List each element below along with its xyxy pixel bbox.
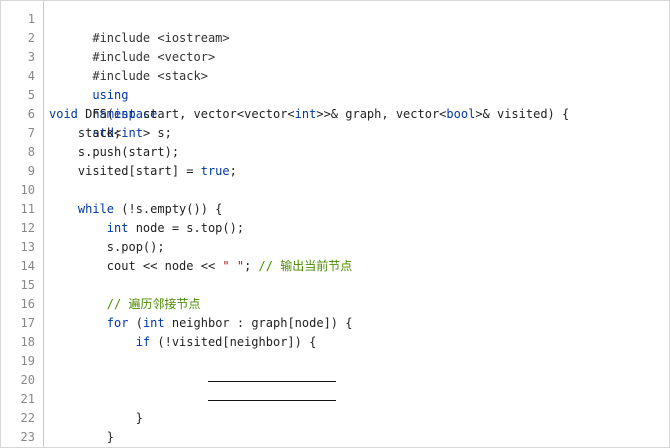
line-number: 1 xyxy=(27,12,35,26)
code-line-6: void DFS(int start, vector<vector<int>>&… xyxy=(49,105,569,124)
type: int xyxy=(294,107,317,121)
line-number: 22 xyxy=(20,411,35,425)
code-text: DFS( xyxy=(77,107,115,121)
code-text: } xyxy=(49,411,143,425)
code-text: cout << node << xyxy=(49,259,223,273)
code-line-2: #include <vector> xyxy=(49,29,215,64)
code-line-7: stack<int> s; xyxy=(49,124,172,143)
code-line-18: if (!visited[neighbor]) { xyxy=(49,333,317,352)
code-text: start, vector<vector< xyxy=(135,107,295,121)
code-text: s.pop(); xyxy=(49,240,165,254)
code-line-14: cout << node << " "; // 输出当前节点 xyxy=(49,257,352,276)
code-text: stack< xyxy=(49,126,122,140)
type: int xyxy=(142,316,165,330)
line-number: 10 xyxy=(20,183,35,197)
code-text: > s; xyxy=(142,126,172,140)
keyword: true xyxy=(200,164,230,178)
line-number: 5 xyxy=(27,88,35,102)
comment: // 输出当前节点 xyxy=(258,259,353,273)
code-line-16: // 遍历邻接节点 xyxy=(49,295,201,314)
line-number: 18 xyxy=(20,335,35,349)
code-line-9: visited[start] = true; xyxy=(49,162,237,181)
code-text: visited[start] = xyxy=(49,164,201,178)
keyword: using xyxy=(92,88,129,102)
code-line-17: for (int neighbor : graph[node]) { xyxy=(49,314,353,333)
line-number: 16 xyxy=(20,297,35,311)
line-number: 2 xyxy=(27,31,35,45)
comment: // 遍历邻接节点 xyxy=(106,297,201,311)
code-text: >& visited) { xyxy=(475,107,570,121)
line-number: 20 xyxy=(20,373,35,387)
line-number: 6 xyxy=(27,107,35,121)
code-text: ; xyxy=(229,164,237,178)
code-text: s.push(start); xyxy=(49,145,180,159)
line-number: 8 xyxy=(27,145,35,159)
type: int xyxy=(121,126,143,140)
line-number: 4 xyxy=(27,69,35,83)
code-line-20 xyxy=(49,371,337,401)
code-line-12: int node = s.top(); xyxy=(49,219,244,238)
code-line-4: using namespace std; xyxy=(49,67,157,140)
line-number: 3 xyxy=(27,50,35,64)
fill-in-blank[interactable] xyxy=(208,399,337,401)
code-line-13: s.pop(); xyxy=(49,238,165,257)
line-number: 19 xyxy=(20,354,35,368)
keyword: while xyxy=(77,202,115,216)
keyword: if xyxy=(135,335,151,349)
code-editor[interactable]: 1 2 3 4 5 6 7 8 9 10 11 12 13 14 15 16 17 18 19 20 21 22 23 #i… xyxy=(0,0,670,448)
code-line-1: #include <iostream> xyxy=(49,10,229,45)
code-line-8: s.push(start); xyxy=(49,143,179,162)
code-text: } xyxy=(49,430,115,444)
line-number: 12 xyxy=(20,221,35,235)
line-number: 15 xyxy=(20,278,35,292)
line-number: 17 xyxy=(20,316,35,330)
code-text: (!s.empty()) { xyxy=(114,202,223,216)
line-number-gutter: 1 2 3 4 5 6 7 8 9 10 11 12 13 14 15 16 17 18 19 20 21 22 23 xyxy=(1,1,44,447)
line-number: 23 xyxy=(20,430,35,444)
line-number: 11 xyxy=(20,202,35,216)
code-line-11: while (!s.empty()) { xyxy=(49,200,223,219)
type: bool xyxy=(446,107,476,121)
line-number: 21 xyxy=(20,392,35,406)
keyword: void xyxy=(49,107,78,121)
code-text: >>& graph, vector< xyxy=(316,107,447,121)
code-text: (!visited[neighbor]) { xyxy=(150,335,317,349)
line-number: 14 xyxy=(20,259,35,273)
code-line-23: } xyxy=(49,428,114,447)
code-text: ; xyxy=(244,259,259,273)
line-number: 7 xyxy=(27,126,35,140)
code-text: neighbor : graph[node]) { xyxy=(164,316,353,330)
keyword: for xyxy=(106,316,129,330)
type: int xyxy=(106,221,129,235)
code-area[interactable]: #include <iostream> #include <vector> #i… xyxy=(49,1,669,447)
line-number: 9 xyxy=(27,164,35,178)
string-literal: " " xyxy=(222,259,245,273)
code-line-3: #include <stack> xyxy=(49,48,208,83)
code-text: ( xyxy=(128,316,143,330)
type: int xyxy=(114,107,136,121)
line-number: 13 xyxy=(20,240,35,254)
code-line-19 xyxy=(49,352,337,382)
code-text: node = s.top(); xyxy=(128,221,245,235)
code-line-22: } xyxy=(49,409,143,428)
